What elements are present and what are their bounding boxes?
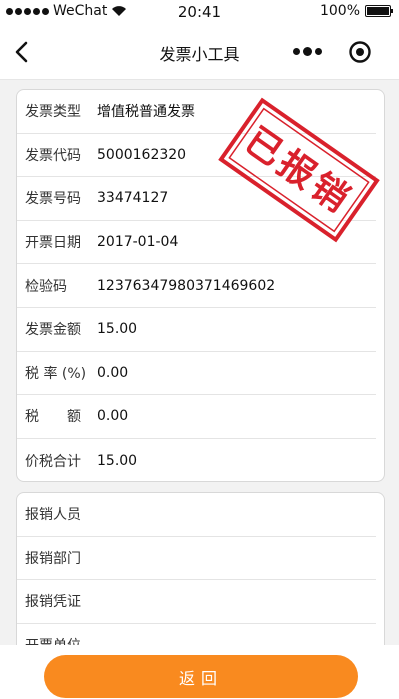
invoice-card: 发票类型 增值税普通发票 发票代码 5000162320 发票号码 334741… (16, 89, 385, 482)
nav-bar: 发票小工具 (0, 24, 399, 80)
invoice-number-label: 发票号码 (25, 191, 81, 208)
more-icon[interactable] (289, 41, 325, 61)
tax-rate-label: 税 率 (%) (25, 365, 87, 382)
total-value: 15.00 (97, 452, 138, 469)
row-issue-date: 开票日期 2017-01-04 (17, 221, 376, 265)
tax-amount-label: 税 额 (25, 409, 81, 426)
row-invoice-type: 发票类型 增值税普通发票 (17, 90, 376, 134)
amount-label: 发票金额 (25, 322, 81, 339)
invoice-code-label: 发票代码 (25, 147, 81, 164)
row-tax-amount: 税 额 0.00 (17, 395, 376, 439)
return-button[interactable]: 返回 (44, 655, 358, 698)
reimburse-department-label: 报销部门 (25, 550, 81, 567)
row-tax-rate: 税 率 (%) 0.00 (17, 352, 376, 396)
status-right: 100% (319, 3, 393, 19)
battery-icon (365, 5, 393, 17)
total-label: 价税合计 (25, 453, 81, 470)
reimburse-voucher-label: 报销凭证 (25, 594, 81, 611)
invoice-code-value: 5000162320 (97, 146, 187, 163)
status-bar: WeChat 20:41 100% (0, 0, 399, 24)
row-amount: 发票金额 15.00 (17, 308, 376, 352)
row-total: 价税合计 15.00 (17, 439, 376, 481)
check-code-value: 12376347980371469602 (97, 277, 276, 294)
row-check-code: 检验码 12376347980371469602 (17, 264, 376, 308)
battery-percent: 100% (319, 3, 360, 19)
check-code-label: 检验码 (25, 278, 67, 295)
invoice-type-value: 增值税普通发票 (97, 104, 195, 121)
row-reimburse-person[interactable]: 报销人员 (17, 493, 376, 537)
row-invoice-code: 发票代码 5000162320 (17, 134, 376, 178)
reimburse-person-label: 报销人员 (25, 507, 81, 524)
page-title: 发票小工具 (159, 45, 240, 64)
close-miniprogram-icon[interactable] (348, 40, 372, 64)
issue-date-label: 开票日期 (25, 235, 81, 252)
row-reimburse-department[interactable]: 报销部门 (17, 537, 376, 580)
amount-value: 15.00 (97, 321, 138, 338)
tax-rate-value: 0.00 (97, 364, 129, 381)
tax-amount-value: 0.00 (97, 408, 129, 425)
issue-date-value: 2017-01-04 (97, 234, 179, 251)
row-reimburse-voucher[interactable]: 报销凭证 (17, 580, 376, 624)
invoice-number-value: 33474127 (97, 190, 169, 207)
row-invoice-number: 发票号码 33474127 (17, 177, 376, 221)
invoice-type-label: 发票类型 (25, 104, 81, 121)
